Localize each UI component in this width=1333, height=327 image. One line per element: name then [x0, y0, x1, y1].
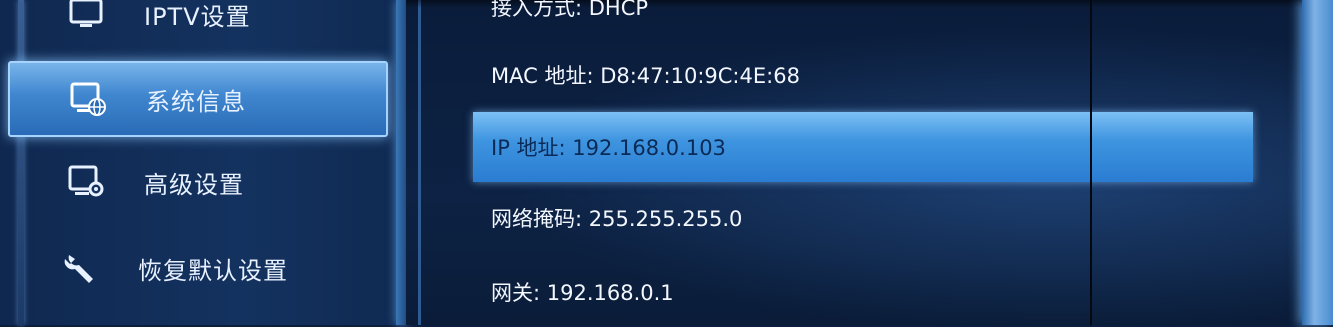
tv-icon: [66, 0, 106, 34]
sidebar-item-label: 恢复默认设置: [138, 256, 288, 285]
info-row-mac-address[interactable]: MAC 地址: D8:47:10:9C:4E:68: [473, 40, 1253, 110]
sidebar-item-restore-defaults[interactable]: 恢复默认设置: [8, 232, 384, 304]
sidebar-item-advanced-settings[interactable]: 高级设置: [8, 146, 384, 218]
mac-address-text: MAC 地址: D8:47:10:9C:4E:68: [491, 64, 800, 88]
monitor-gear-icon: [66, 162, 106, 202]
info-row-gateway[interactable]: 网关: 192.168.0.1: [473, 257, 1253, 327]
info-row-ip-address[interactable]: IP 地址: 192.168.0.103: [473, 112, 1253, 182]
gateway-text: 网关: 192.168.0.1: [491, 281, 674, 305]
wrench-icon: [60, 248, 100, 288]
panel-right-border: [1302, 0, 1333, 325]
access-mode-text: 接入方式: DHCP: [491, 0, 649, 20]
sidebar-item-system-info[interactable]: 系统信息: [8, 61, 388, 137]
sidebar-divider: [396, 0, 406, 325]
ip-address-text: IP 地址: 192.168.0.103: [491, 136, 726, 160]
sidebar-item-iptv-settings[interactable]: IPTV设置: [8, 0, 384, 50]
sidebar-item-label: IPTV设置: [144, 2, 251, 31]
sidebar-item-label: 高级设置: [144, 170, 244, 199]
panel-column-divider: [1090, 0, 1092, 325]
sidebar-item-label: 系统信息: [146, 87, 246, 116]
info-row-netmask[interactable]: 网络掩码: 255.255.255.0: [473, 183, 1253, 253]
monitor-globe-icon: [68, 79, 108, 119]
netmask-text: 网络掩码: 255.255.255.0: [491, 207, 743, 231]
panel-border: [418, 0, 421, 325]
info-row-access-mode[interactable]: 接入方式: DHCP: [473, 0, 1253, 42]
